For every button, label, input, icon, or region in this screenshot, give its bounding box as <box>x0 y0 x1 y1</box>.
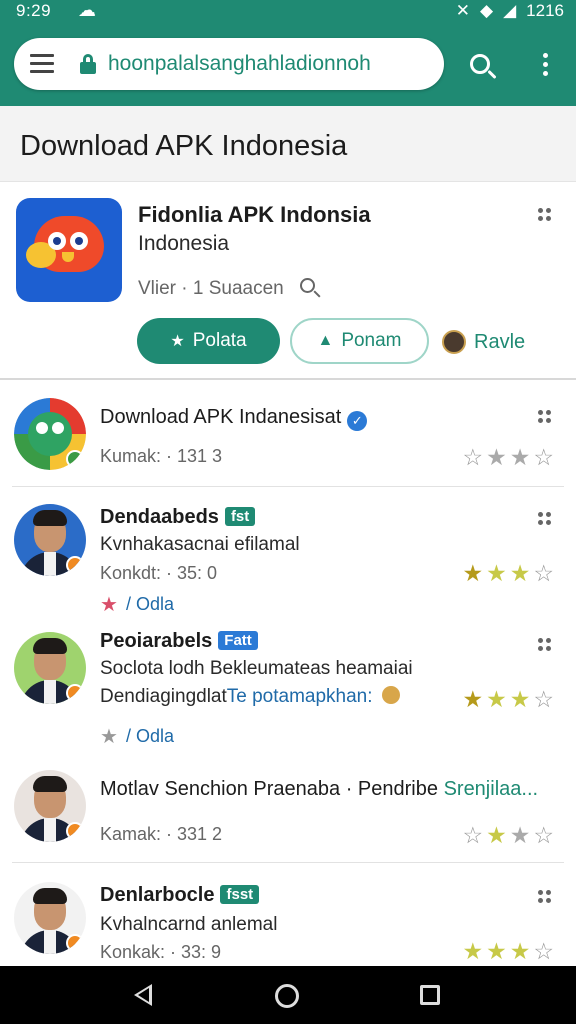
avatar <box>14 504 86 576</box>
star-rating: ★ ★ ★ ☆ <box>462 560 555 586</box>
page-header: Download APK Indonesia <box>0 106 576 182</box>
menu-icon[interactable] <box>30 54 54 74</box>
kebab-icon[interactable] <box>538 890 554 906</box>
link-button-label: Ravle <box>474 330 526 353</box>
divider <box>12 486 564 487</box>
avatar <box>14 632 86 704</box>
item-tag[interactable]: ★ / Odla <box>100 592 174 617</box>
featured-subtitle: Indonesia <box>138 232 230 255</box>
item-chip: fst <box>224 507 256 526</box>
home-icon[interactable] <box>275 984 299 1008</box>
url-bar[interactable]: hoonpalalsanghahladionnoh <box>14 38 444 90</box>
star-icon: ★ <box>100 594 118 616</box>
avatar <box>14 882 86 954</box>
item-meta: Kumak: · 131 3 <box>100 446 223 466</box>
kebab-icon[interactable] <box>538 638 554 654</box>
primary-button-label: Polata <box>192 330 247 351</box>
screen: 9:29 ☁ ✕ ◆ ◢ 1216 hoonpalalsanghahladion… <box>0 0 576 1024</box>
list-item[interactable]: Download APK Indanesisat ✓ Kumak: · 131 3… <box>0 382 576 486</box>
system-nav-bar <box>0 966 576 1024</box>
page-title: Download APK Indonesia <box>20 130 348 162</box>
item-meta: Konkdt: · 35: 0 <box>100 563 218 583</box>
battery-level: 1216 <box>526 1 564 20</box>
list-item[interactable]: Dendaabeds fst Kvnhakasacnai efilamal Kon… <box>0 488 576 620</box>
app-logo <box>14 398 86 470</box>
item-chip: fsst <box>220 885 260 904</box>
thumb-icon: ▲ <box>317 332 334 349</box>
kebab-icon[interactable] <box>538 512 554 528</box>
primary-button[interactable]: ★ Polata <box>137 318 280 364</box>
emoji-icon <box>381 686 400 704</box>
item-title: Motlav Senchion Praenaba · Pendribe Sren… <box>100 778 539 800</box>
item-title: Denlarbocle fsst <box>100 884 260 907</box>
item-tag[interactable]: ★ / Odla <box>100 724 174 749</box>
item-title: Dendaabeds fst <box>100 506 256 529</box>
list-item[interactable]: Motlav Senchion Praenaba · Pendribe Sren… <box>0 760 576 862</box>
recents-icon[interactable] <box>420 985 440 1005</box>
featured-app-card[interactable]: Fidonlia APK Indonsia Indonesia Vlier · … <box>0 182 576 380</box>
cloud-icon: ☁ <box>78 0 96 20</box>
item-title: Peoiarabels Fatt <box>100 630 258 653</box>
status-bar: 9:29 ☁ ✕ ◆ ◢ 1216 <box>0 0 576 24</box>
list-item[interactable]: Denlarbocle fsst Kvhalncarnd anlemal Konk… <box>0 864 576 966</box>
status-time: 9:29 <box>16 1 52 20</box>
item-meta: Konkak: · 33: 9 <box>100 942 222 962</box>
mute-icon: ✕ <box>455 1 471 20</box>
link-button[interactable]: Ravle <box>442 328 525 356</box>
item-line: Soclota lodh Bekleumateas heamaiai <box>100 658 413 679</box>
kebab-icon[interactable] <box>538 410 554 426</box>
app-icon[interactable] <box>16 198 122 302</box>
item-chip: Fatt <box>218 631 258 650</box>
star-rating: ★ ★ ★ ☆ <box>462 938 555 964</box>
item-line: Kvnhakasacnai efilamal <box>100 534 300 555</box>
search-icon[interactable] <box>466 50 502 86</box>
featured-title: Fidonlia APK Indonsia <box>138 202 371 227</box>
star-rating: ★ ★ ★ ☆ <box>462 686 555 712</box>
url-text[interactable]: hoonpalalsanghahladionnoh <box>108 52 438 76</box>
avatar <box>442 330 466 354</box>
star-icon: ★ <box>170 333 185 350</box>
item-title: Download APK Indanesisat ✓ <box>100 406 368 431</box>
avatar <box>14 770 86 842</box>
list-item[interactable]: Peoiarabels Fatt Soclota lodh Bekleumatea… <box>0 620 576 760</box>
verified-icon: ✓ <box>347 411 368 431</box>
more-vert-icon[interactable] <box>535 50 555 84</box>
item-meta: Kamak: · 331 2 <box>100 824 223 844</box>
kebab-icon[interactable] <box>538 208 554 224</box>
featured-meta: Vlier · 1 Suaacen <box>138 278 284 299</box>
search-small-icon <box>300 278 322 300</box>
secondary-button-label: Ponam <box>341 330 402 351</box>
wifi-icon: ◆ <box>480 1 494 20</box>
item-line-2: DendiagingdlatTe potamapkhan: <box>100 686 400 708</box>
status-icons: ✕ ◆ ◢ 1216 <box>456 1 564 21</box>
star-rating: ☆ ★ ★ ☆ <box>462 822 555 848</box>
lock-icon <box>80 54 96 74</box>
secondary-button[interactable]: ▲ Ponam <box>290 318 429 364</box>
star-rating: ☆ ★ ★ ☆ <box>462 444 555 470</box>
divider <box>12 862 564 863</box>
signal-icon: ◢ <box>503 1 517 20</box>
star-icon: ★ <box>100 726 118 748</box>
back-icon[interactable] <box>134 984 152 1006</box>
item-line: Kvhalncarnd anlemal <box>100 914 278 935</box>
